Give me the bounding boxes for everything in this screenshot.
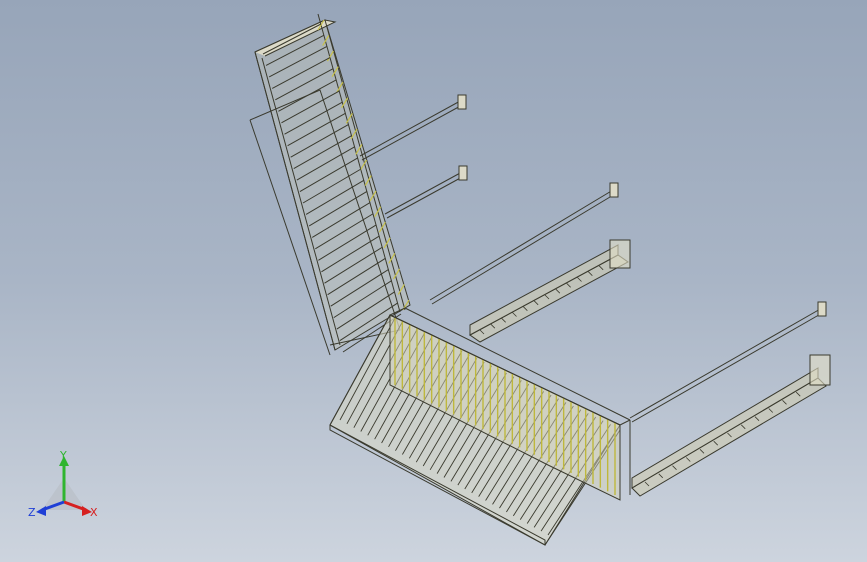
y-axis-label: Y [59,449,67,462]
x-axis-label: X [90,506,98,519]
z-axis-label: Z [28,506,36,519]
coordinate-triad: Y X Z [28,449,98,519]
graphics-viewport[interactable] [0,0,867,562]
rod-end-plates [457,94,827,317]
cable-tray-model[interactable] [249,13,831,546]
